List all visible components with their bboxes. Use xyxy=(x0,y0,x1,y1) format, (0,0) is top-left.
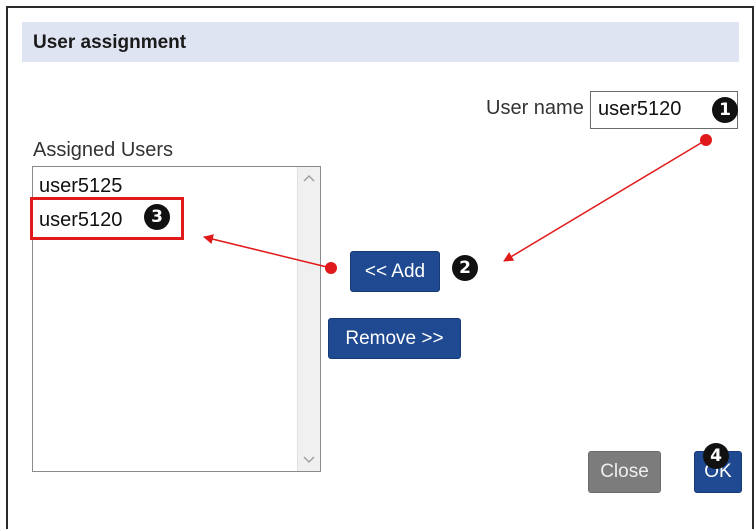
annotation-dot-1 xyxy=(700,134,712,146)
annotation-dot-2 xyxy=(325,262,337,274)
annotation-arrows xyxy=(203,134,712,274)
step-badge-4: 4 xyxy=(703,443,729,469)
step-badge-3: 3 xyxy=(144,204,170,230)
annotation-arrow-1 xyxy=(503,139,707,262)
annotation-arrow-2 xyxy=(203,234,332,269)
step-badge-2: 2 xyxy=(452,255,478,281)
step-badge-1: 1 xyxy=(712,97,738,123)
